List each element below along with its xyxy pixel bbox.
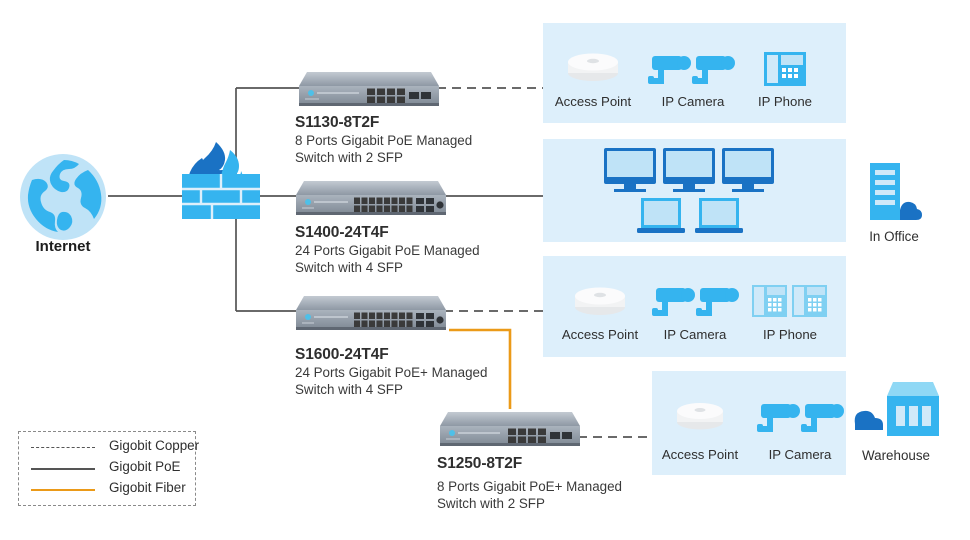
switch-desc-s1130-line1: 8 Ports Gigabit PoE Managed (295, 133, 473, 148)
globe-icon (20, 154, 106, 240)
network-switch-icon-s1250[interactable] (434, 409, 580, 449)
office-building-icon (870, 163, 922, 220)
switch-desc-s1400-line2: Switch with 4 SFP (295, 260, 403, 275)
access-point-label-warehouse: Access Point (661, 447, 739, 462)
switch-desc-s1250-line1: 8 Ports Gigabit PoE+ Managed (437, 479, 622, 494)
in-office-label: In Office (869, 229, 919, 244)
switch-desc-s1400-line1: 24 Ports Gigabit PoE Managed (295, 243, 480, 258)
network-switch-icon-s1130[interactable] (293, 69, 439, 109)
switch-desc-s1600-line1: 24 Ports Gigabit PoE+ Managed (295, 365, 488, 380)
access-point-icon-warehouse (677, 403, 723, 430)
laptop-group (637, 198, 743, 233)
ip-camera-label-warehouse: IP Camera (768, 447, 832, 462)
ip-camera-label-top: IP Camera (661, 94, 725, 109)
ip-phone-icon-middle (752, 285, 827, 317)
ip-camera-label-middle: IP Camera (663, 327, 727, 342)
ip-phone-label-top: IP Phone (757, 94, 813, 109)
legend-swatch-copper (31, 447, 95, 448)
ip-phone-icon-top (764, 52, 806, 86)
ip-camera-icon-warehouse (757, 404, 844, 432)
warehouse-label: Warehouse (862, 448, 930, 463)
access-point-icon-top (568, 53, 618, 81)
switch-desc-s1600-line2: Switch with 4 SFP (295, 382, 403, 397)
internet-label: Internet (35, 238, 91, 255)
firewall-flame-icon (182, 142, 260, 219)
legend-label-fiber: Gigobit Fiber (109, 480, 186, 495)
switch-title-s1250: S1250-8T2F (437, 455, 523, 472)
legend-label-copper: Gigobit Copper (109, 438, 200, 453)
ip-phone-label-middle: IP Phone (762, 327, 818, 342)
access-point-icon-middle (575, 287, 625, 315)
desktop-monitor-group (604, 148, 774, 192)
warehouse-building-icon (854, 382, 939, 436)
switch-desc-s1130-line2: Switch with 2 SFP (295, 150, 403, 165)
access-point-label-top: Access Point (554, 94, 632, 109)
legend-swatch-poe (31, 468, 95, 470)
network-switch-icon-s1400[interactable] (290, 178, 446, 218)
switch-title-s1130: S1130-8T2F (295, 114, 380, 131)
network-switch-icon-s1600[interactable] (290, 293, 446, 333)
access-point-label-middle: Access Point (561, 327, 639, 342)
legend-swatch-fiber (31, 489, 95, 491)
legend-label-poe: Gigobit PoE (109, 459, 181, 474)
ip-camera-icon-middle (652, 288, 739, 316)
switch-title-s1400: S1400-24T4F (295, 224, 389, 241)
ip-camera-icon-top (648, 56, 735, 84)
switch-title-s1600: S1600-24T4F (295, 346, 389, 363)
legend-box: Gigobit Copper Gigobit PoE Gigobit Fiber (18, 431, 200, 506)
switch-desc-s1250-line2: Switch with 2 SFP (437, 496, 545, 511)
